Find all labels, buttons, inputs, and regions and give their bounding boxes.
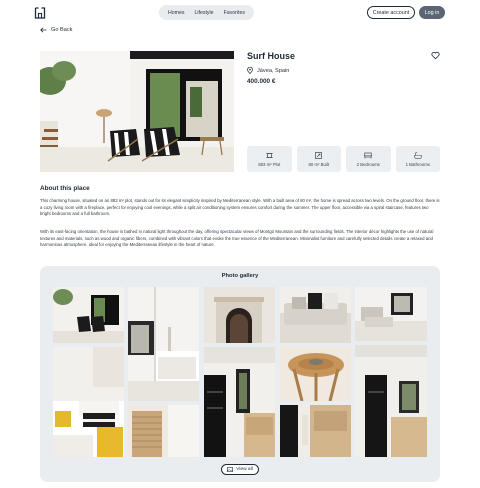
feature-label: 1 Bathrooms xyxy=(405,161,430,167)
feature-label: 80 m² Built xyxy=(308,161,330,167)
feature-label: 2 Bedrooms xyxy=(356,161,380,167)
plot-icon xyxy=(265,152,273,158)
feature-bedrooms: 2 Bedrooms xyxy=(346,146,391,172)
hero-illustration xyxy=(40,51,234,172)
feature-bathrooms: 1 Bathrooms xyxy=(395,146,440,172)
gallery-photo[interactable] xyxy=(280,287,351,343)
bath-icon xyxy=(413,151,422,159)
gallery-photo[interactable] xyxy=(280,405,351,457)
login-button[interactable]: Log in xyxy=(419,6,445,19)
location-pin-icon xyxy=(247,67,253,74)
about-heading: About this place xyxy=(40,185,90,192)
main-nav: Homes Lifestyle Favorites xyxy=(159,5,254,20)
gallery-photo[interactable] xyxy=(355,287,427,341)
property-title: Surf House xyxy=(247,51,296,61)
about-paragraph-2: With its east-facing orientation, the ho… xyxy=(40,229,434,248)
hero-photo[interactable] xyxy=(40,51,234,172)
gallery-photo[interactable] xyxy=(53,287,124,343)
nav-favorites[interactable]: Favorites xyxy=(224,10,245,16)
bed-icon xyxy=(364,152,372,158)
gallery-photo[interactable] xyxy=(128,287,199,401)
gallery-photo[interactable] xyxy=(355,345,427,457)
gallery-photo[interactable] xyxy=(128,405,199,457)
feature-built: 80 m² Built xyxy=(296,146,341,172)
gallery-photo[interactable] xyxy=(204,347,275,457)
view-all-label: View all xyxy=(236,467,253,472)
view-all-button[interactable]: View all xyxy=(221,464,259,475)
go-back-label: Go Back xyxy=(51,27,73,33)
property-price: 400.000 € xyxy=(247,78,276,85)
feature-label: 883 m² Plot xyxy=(258,161,281,167)
about-paragraph-1: This charming house, situated on an 883 … xyxy=(40,198,440,217)
location-text: Jávea, Spain xyxy=(257,67,290,74)
heart-icon[interactable] xyxy=(431,51,440,60)
top-header: Homes Lifestyle Favorites Create account… xyxy=(0,0,480,26)
house-logo-icon[interactable] xyxy=(34,7,46,19)
gallery-icon xyxy=(227,467,234,472)
built-area-icon xyxy=(315,151,323,159)
arrow-left-icon xyxy=(40,27,47,33)
feature-plot: 883 m² Plot xyxy=(247,146,292,172)
property-features: 883 m² Plot 80 m² Built 2 Bedrooms 1 Bat… xyxy=(247,146,440,172)
photo-gallery: Photo gallery View all xyxy=(40,266,440,482)
property-location: Jávea, Spain xyxy=(247,67,289,74)
create-account-button[interactable]: Create account xyxy=(367,6,415,19)
gallery-photo[interactable] xyxy=(204,287,275,343)
gallery-photo[interactable] xyxy=(280,347,351,401)
nav-lifestyle[interactable]: Lifestyle xyxy=(195,10,214,16)
nav-homes[interactable]: Homes xyxy=(168,10,184,16)
gallery-heading: Photo gallery xyxy=(221,273,259,279)
gallery-photo[interactable] xyxy=(53,347,124,457)
go-back-link[interactable]: Go Back xyxy=(40,27,72,33)
